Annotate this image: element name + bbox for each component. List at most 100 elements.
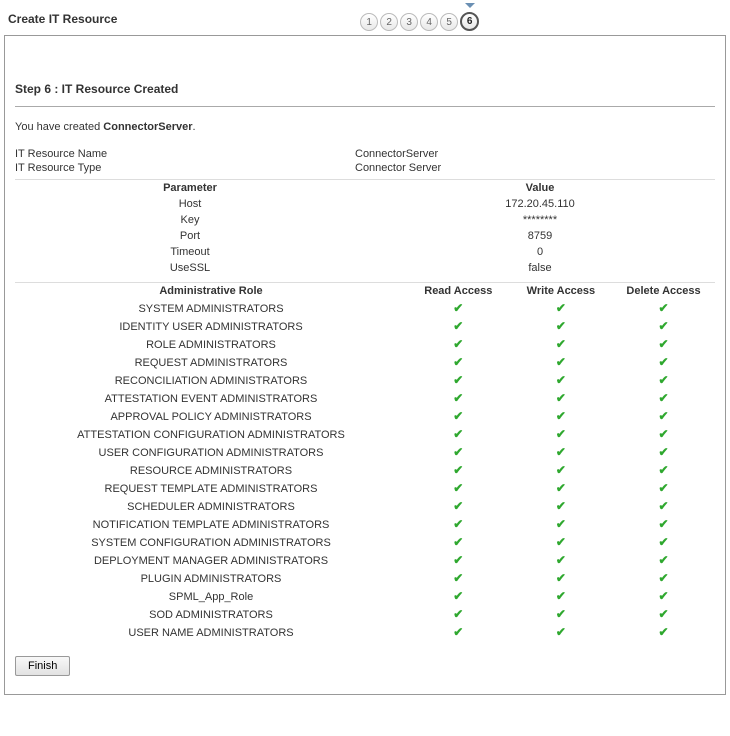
- check-icon: ✔: [658, 606, 668, 623]
- roles-header: Administrative Role Read Access Write Ac…: [15, 283, 715, 300]
- check-icon: ✔: [658, 588, 668, 605]
- role-read-access: ✔: [407, 552, 510, 570]
- wizard-step-6[interactable]: 6: [460, 12, 479, 31]
- check-icon: ✔: [453, 588, 463, 605]
- wizard-step-1[interactable]: 1: [360, 13, 378, 31]
- role-read-access: ✔: [407, 588, 510, 606]
- check-icon: ✔: [556, 354, 566, 371]
- role-del-access: ✔: [612, 534, 715, 552]
- role-read-access: ✔: [407, 444, 510, 462]
- role-read-access: ✔: [407, 390, 510, 408]
- role-row: REQUEST ADMINISTRATORS✔✔✔: [15, 354, 715, 372]
- detail-row: IT Resource NameConnectorServer: [15, 147, 715, 161]
- role-name: SYSTEM ADMINISTRATORS: [15, 301, 407, 318]
- role-name: ATTESTATION EVENT ADMINISTRATORS: [15, 391, 407, 408]
- roles-table: Administrative Role Read Access Write Ac…: [15, 282, 715, 642]
- role-row: ROLE ADMINISTRATORS✔✔✔: [15, 336, 715, 354]
- role-row: SCHEDULER ADMINISTRATORS✔✔✔: [15, 498, 715, 516]
- param-value: 8759: [365, 228, 715, 244]
- param-header-value: Value: [365, 180, 715, 196]
- check-icon: ✔: [453, 570, 463, 587]
- role-del-access: ✔: [612, 444, 715, 462]
- role-write-access: ✔: [510, 462, 613, 480]
- role-write-access: ✔: [510, 588, 613, 606]
- param-row: Port8759: [15, 228, 715, 244]
- check-icon: ✔: [556, 462, 566, 479]
- role-read-access: ✔: [407, 372, 510, 390]
- role-row: RESOURCE ADMINISTRATORS✔✔✔: [15, 462, 715, 480]
- check-icon: ✔: [658, 534, 668, 551]
- role-del-access: ✔: [612, 462, 715, 480]
- finish-button[interactable]: Finish: [15, 656, 70, 676]
- check-icon: ✔: [556, 498, 566, 515]
- param-name: Timeout: [15, 244, 365, 260]
- parameters-table: Parameter Value Host172.20.45.110Key****…: [15, 179, 715, 276]
- detail-value: Connector Server: [355, 161, 441, 175]
- param-row: Timeout0: [15, 244, 715, 260]
- role-del-access: ✔: [612, 426, 715, 444]
- role-row: PLUGIN ADMINISTRATORS✔✔✔: [15, 570, 715, 588]
- role-write-access: ✔: [510, 426, 613, 444]
- role-name: DEPLOYMENT MANAGER ADMINISTRATORS: [15, 553, 407, 570]
- role-read-access: ✔: [407, 498, 510, 516]
- check-icon: ✔: [453, 606, 463, 623]
- roles-header-write: Write Access: [510, 283, 613, 300]
- check-icon: ✔: [658, 354, 668, 371]
- role-read-access: ✔: [407, 300, 510, 318]
- check-icon: ✔: [556, 588, 566, 605]
- role-write-access: ✔: [510, 552, 613, 570]
- check-icon: ✔: [658, 318, 668, 335]
- wizard-step-2[interactable]: 2: [380, 13, 398, 31]
- role-name: SYSTEM CONFIGURATION ADMINISTRATORS: [15, 535, 407, 552]
- role-name: USER NAME ADMINISTRATORS: [15, 625, 407, 642]
- check-icon: ✔: [453, 498, 463, 515]
- check-icon: ✔: [453, 300, 463, 317]
- role-read-access: ✔: [407, 336, 510, 354]
- check-icon: ✔: [658, 480, 668, 497]
- role-write-access: ✔: [510, 354, 613, 372]
- check-icon: ✔: [658, 300, 668, 317]
- parameters-header: Parameter Value: [15, 180, 715, 196]
- page-title: Create IT Resource: [8, 12, 117, 26]
- role-name: RECONCILIATION ADMINISTRATORS: [15, 373, 407, 390]
- created-suffix: .: [193, 121, 196, 133]
- created-prefix: You have created: [15, 121, 103, 133]
- check-icon: ✔: [453, 534, 463, 551]
- check-icon: ✔: [556, 606, 566, 623]
- role-row: SYSTEM CONFIGURATION ADMINISTRATORS ✔ ✔ ✔: [15, 534, 715, 552]
- check-icon: ✔: [556, 390, 566, 407]
- param-header-name: Parameter: [15, 180, 365, 196]
- role-row: RECONCILIATION ADMINISTRATORS✔✔✔: [15, 372, 715, 390]
- wizard-step-4[interactable]: 4: [420, 13, 438, 31]
- check-icon: ✔: [453, 354, 463, 371]
- roles-header-role: Administrative Role: [15, 283, 407, 300]
- check-icon: ✔: [658, 408, 668, 425]
- role-write-access: ✔: [510, 336, 613, 354]
- wizard-step-5[interactable]: 5: [440, 13, 458, 31]
- check-icon: ✔: [556, 516, 566, 533]
- check-icon: ✔: [453, 372, 463, 389]
- wizard-step-3[interactable]: 3: [400, 13, 418, 31]
- role-del-access: ✔: [612, 552, 715, 570]
- check-icon: ✔: [658, 462, 668, 479]
- role-write-access: ✔: [510, 408, 613, 426]
- role-write-access: ✔: [510, 300, 613, 318]
- role-read-access: ✔: [407, 426, 510, 444]
- role-write-access: ✔: [510, 390, 613, 408]
- resource-details: IT Resource NameConnectorServerIT Resour…: [15, 147, 715, 175]
- role-name: NOTIFICATION TEMPLATE ADMINISTRATORS: [15, 517, 407, 534]
- role-row: NOTIFICATION TEMPLATE ADMINISTRATORS✔✔✔: [15, 516, 715, 534]
- role-row: APPROVAL POLICY ADMINISTRATORS✔✔✔: [15, 408, 715, 426]
- role-read-access: ✔: [407, 408, 510, 426]
- param-row: Host172.20.45.110: [15, 196, 715, 212]
- role-del-access: ✔: [612, 318, 715, 336]
- role-del-access: ✔: [612, 588, 715, 606]
- check-icon: ✔: [556, 552, 566, 569]
- role-del-access: ✔: [612, 516, 715, 534]
- check-icon: ✔: [556, 426, 566, 443]
- role-del-access: ✔: [612, 570, 715, 588]
- step-heading: Step 6 : IT Resource Created: [15, 82, 715, 96]
- check-icon: ✔: [453, 444, 463, 461]
- check-icon: ✔: [453, 390, 463, 407]
- check-icon: ✔: [556, 534, 566, 551]
